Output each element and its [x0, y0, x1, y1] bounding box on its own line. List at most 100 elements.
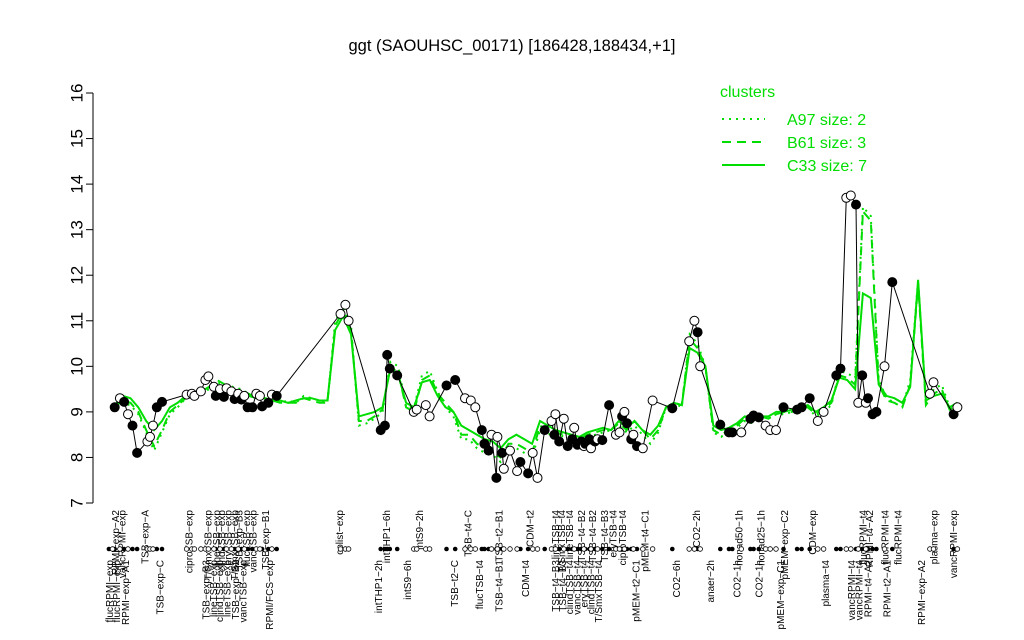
rug-dot-filled: [718, 546, 723, 552]
data-point-open: [512, 466, 523, 477]
rug-dot-filled: [542, 546, 547, 552]
data-point-open: [928, 377, 939, 388]
data-point-open: [695, 361, 706, 372]
x-label-upper: flucRPMI−t4: [880, 510, 891, 565]
y-tick-label: 8: [67, 453, 86, 462]
rug-dot-open: [762, 546, 769, 552]
x-label-lower: intS9−6h: [403, 560, 414, 600]
x-label-lower: RPMI−exp−A2: [917, 560, 928, 625]
data-point-filled: [753, 412, 764, 423]
rug-dot-filled: [606, 546, 612, 552]
data-point-filled: [515, 457, 526, 467]
data-point-filled: [132, 447, 143, 458]
x-label-lower: TSB−exp−C: [155, 560, 166, 614]
rug-dot-filled: [751, 546, 756, 552]
rug-dot-open: [640, 546, 646, 552]
data-point-open: [619, 406, 630, 417]
data-point-open: [614, 427, 625, 438]
x-label-upper: intS9−2h: [415, 510, 426, 550]
rug-dot-filled: [807, 546, 812, 552]
y-axis: 7 8 9 10 11 12 13 14 15 16: [67, 84, 94, 508]
rug-dot-open: [571, 546, 577, 552]
data-point-filled: [476, 425, 487, 436]
y-tick-label: 15: [67, 129, 86, 148]
data-point-filled: [727, 427, 738, 438]
rug-dot-filled: [387, 546, 393, 552]
data-point-open: [424, 411, 435, 422]
x-label-lower: CDM−t4: [521, 560, 532, 597]
rug-dot-filled: [525, 546, 531, 552]
data-point-open: [195, 386, 206, 397]
y-tick-label: 7: [67, 498, 86, 507]
rug-dot-filled: [730, 546, 735, 552]
rug-dot-open: [337, 546, 344, 552]
x-label-lower: pMEM−t2−C1: [631, 560, 642, 622]
legend-label: A97 size: 2: [787, 112, 866, 129]
data-point-filled: [271, 390, 282, 401]
rug-dot-open: [198, 546, 204, 552]
rug-dot-filled: [394, 546, 400, 552]
rug-dot-open: [514, 546, 520, 552]
rug-dot-open: [109, 546, 116, 552]
data-point-filled: [119, 396, 130, 407]
data-point-open: [335, 308, 346, 319]
rug-dot-open: [507, 546, 513, 552]
x-label-upper: ciproTSB−t4: [618, 510, 629, 566]
rug-dot-open: [269, 546, 275, 552]
x-label-lower: flucTSB−t4: [475, 560, 486, 610]
x-label-lower: intTHP1−2h: [374, 560, 385, 613]
y-tick-label: 16: [67, 84, 86, 103]
x-label-upper: TSB−t4−B2: [577, 510, 588, 562]
rug-dot-open: [686, 546, 692, 552]
series-line-dotted: [114, 204, 958, 464]
data-point-open: [684, 336, 695, 347]
data-point-filled: [483, 445, 494, 456]
legend-label: B61 size: 3: [787, 135, 866, 152]
rug-dot-open: [621, 546, 628, 552]
data-point-filled: [778, 402, 789, 413]
rug-dot-open: [616, 546, 623, 552]
rug-dot-open: [228, 546, 235, 552]
rug-dot-filled: [134, 546, 140, 552]
data-point-open: [532, 472, 543, 483]
x-label-upper: TSB−exp−A: [140, 510, 151, 564]
rug-dot-filled: [756, 546, 762, 552]
data-point-open: [818, 406, 829, 417]
data-point-filled: [667, 403, 678, 414]
rug-dot-open: [855, 546, 861, 552]
data-point-open: [470, 402, 481, 413]
data-point-open: [558, 413, 569, 424]
x-label-lower: TSB−t4−B1: [495, 560, 506, 612]
rug-dot-open: [223, 546, 230, 552]
rug-dot-open: [649, 546, 656, 552]
rug-dot-filled: [834, 546, 839, 552]
rug-dot-open: [345, 546, 352, 552]
x-label-lower: RPMI/FCS−exp: [265, 560, 276, 630]
rug-dot-open: [863, 546, 869, 552]
rug-dot-open: [630, 546, 637, 552]
x-label-lower: vancTSB−exp: [238, 560, 249, 623]
data-point-open: [628, 429, 639, 440]
x-label-lower: RPMI−t4−A2: [863, 560, 874, 618]
data-point-filled: [392, 370, 403, 381]
data-point-filled: [523, 468, 534, 479]
data-point-filled: [851, 199, 861, 210]
x-label-upper: lineTSB−t4: [565, 510, 576, 560]
legend-title: clusters: [720, 84, 775, 101]
rug-dot-open: [150, 546, 156, 552]
data-point-open: [420, 400, 431, 411]
x-label-upper: vancTSB−exp: [249, 510, 260, 573]
x-label-upper: TSB−t4−B2: [588, 510, 599, 562]
y-tick-label: 14: [67, 175, 86, 194]
data-point-filled: [715, 419, 726, 430]
data-point-open: [527, 447, 538, 458]
rug-dot-open: [501, 546, 507, 552]
rug-dot-open: [488, 546, 495, 552]
y-tick-label: 12: [67, 266, 86, 285]
rug-dot-open: [594, 546, 601, 552]
data-point-open: [550, 409, 561, 420]
rug-dot-open: [205, 546, 212, 552]
data-point-filled: [384, 363, 395, 374]
rug-dot-filled: [600, 546, 605, 552]
data-point-open: [569, 422, 580, 433]
